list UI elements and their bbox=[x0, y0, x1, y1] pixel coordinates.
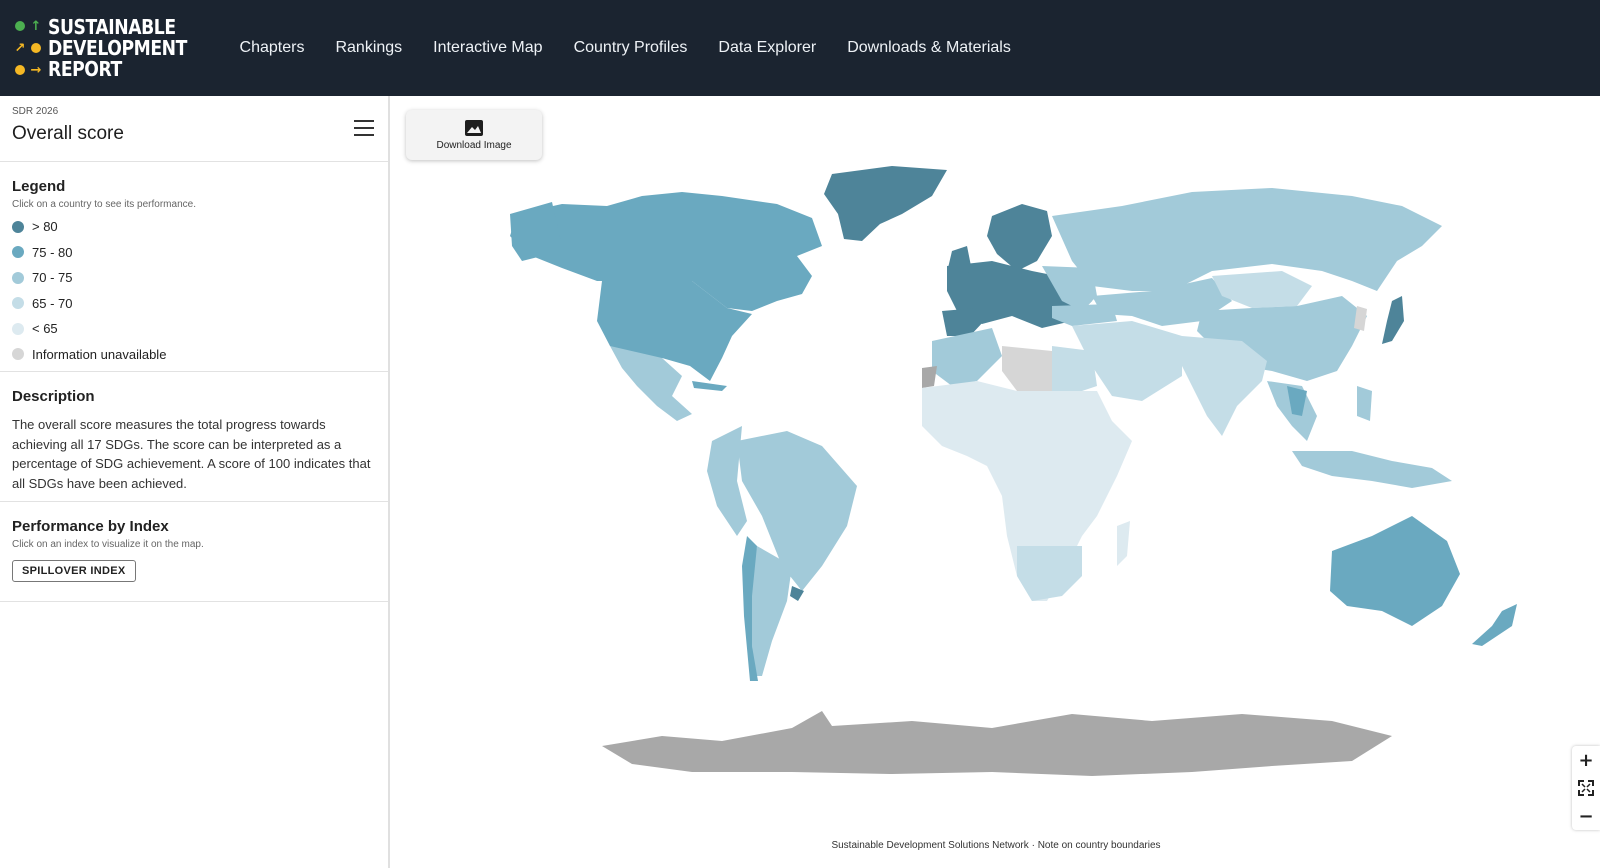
nav-chapters[interactable]: Chapters bbox=[240, 39, 305, 57]
logo-wordmark: SUSTAINABLE DEVELOPMENT REPORT bbox=[48, 14, 187, 81]
japan[interactable] bbox=[1382, 296, 1404, 344]
legend-item-above-80[interactable]: > 80 bbox=[12, 214, 376, 240]
legend-item-70-75[interactable]: 70 - 75 bbox=[12, 265, 376, 291]
description-section: Description The overall score measures t… bbox=[0, 372, 388, 502]
download-image-label: Download Image bbox=[436, 140, 512, 151]
nav-data-explorer[interactable]: Data Explorer bbox=[718, 39, 816, 57]
spillover-index-button[interactable]: SPILLOVER INDEX bbox=[12, 560, 136, 582]
logo-line-1: SUSTAINABLE bbox=[48, 14, 176, 39]
performance-hint: Click on an index to visualize it on the… bbox=[12, 539, 204, 550]
nav-downloads-materials[interactable]: Downloads & Materials bbox=[847, 39, 1011, 57]
legend-hint: Click on a country to see its performanc… bbox=[12, 199, 196, 210]
top-navigation-bar: ↑ ↗ → SUSTAINABLE DEVELOPMENT REPORT Cha… bbox=[0, 0, 1600, 96]
sdr-logo[interactable]: ↑ ↗ → SUSTAINABLE DEVELOPMENT REPORT bbox=[14, 15, 210, 81]
nav-country-profiles[interactable]: Country Profiles bbox=[574, 39, 688, 57]
argentina[interactable] bbox=[750, 546, 792, 676]
legend-label: Information unavailable bbox=[32, 346, 167, 362]
legend-list: > 80 75 - 80 70 - 75 65 - 70 < 65 Inform… bbox=[12, 214, 376, 367]
australia[interactable] bbox=[1330, 516, 1460, 626]
world-choropleth-map[interactable] bbox=[392, 96, 1600, 868]
legend-swatch bbox=[12, 220, 24, 233]
legend-item-below-65[interactable]: < 65 bbox=[12, 316, 376, 342]
credits-separator: · bbox=[1031, 840, 1035, 851]
report-edition: SDR 2026 bbox=[12, 106, 59, 117]
new-zealand[interactable] bbox=[1472, 604, 1517, 646]
legend-swatch bbox=[12, 322, 24, 335]
sidebar-panel: SDR 2026 Overall score Legend Click on a… bbox=[0, 96, 390, 868]
antarctica[interactable] bbox=[602, 711, 1392, 776]
western-sahara[interactable] bbox=[922, 366, 937, 388]
legend-label: > 80 bbox=[32, 219, 58, 235]
legend-swatch bbox=[12, 246, 24, 259]
description-heading: Description bbox=[12, 388, 95, 405]
philippines[interactable] bbox=[1357, 386, 1372, 421]
world-map-area[interactable]: Download Image + − Sustainable Developme… bbox=[392, 96, 1600, 868]
legend-label: 70 - 75 bbox=[32, 270, 73, 286]
performance-section: Performance by Index Click on an index t… bbox=[0, 502, 388, 602]
logo-arrows-icon: ↑ ↗ → bbox=[14, 18, 42, 78]
indonesia[interactable] bbox=[1292, 451, 1452, 488]
madagascar[interactable] bbox=[1117, 521, 1130, 566]
credits-sdsn-link[interactable]: Sustainable Development Solutions Networ… bbox=[831, 840, 1028, 851]
caribbean[interactable] bbox=[692, 381, 727, 391]
legend-heading: Legend bbox=[12, 178, 66, 195]
greenland[interactable] bbox=[824, 166, 947, 241]
legend-label: 65 - 70 bbox=[32, 295, 73, 311]
legend-swatch bbox=[12, 271, 24, 284]
logo-line-3: REPORT bbox=[48, 56, 122, 81]
performance-heading: Performance by Index bbox=[12, 518, 169, 535]
libya[interactable] bbox=[1002, 346, 1052, 391]
zoom-out-button[interactable]: − bbox=[1572, 802, 1600, 830]
south-asia[interactable] bbox=[1182, 336, 1267, 436]
nav-interactive-map[interactable]: Interactive Map bbox=[433, 39, 542, 57]
southern-africa[interactable] bbox=[1017, 546, 1082, 601]
download-image-button[interactable]: Download Image bbox=[406, 110, 542, 160]
legend-item-unavailable[interactable]: Information unavailable bbox=[12, 342, 376, 368]
indicator-header: SDR 2026 Overall score bbox=[0, 96, 388, 162]
hamburger-menu-icon[interactable] bbox=[354, 120, 374, 136]
legend-label: < 65 bbox=[32, 321, 58, 337]
map-credits: Sustainable Development Solutions Networ… bbox=[392, 840, 1600, 851]
legend-item-75-80[interactable]: 75 - 80 bbox=[12, 240, 376, 266]
zoom-controls: + − bbox=[1572, 746, 1600, 830]
nav-rankings[interactable]: Rankings bbox=[335, 39, 402, 57]
legend-section: Legend Click on a country to see its per… bbox=[0, 162, 388, 372]
fullscreen-icon[interactable] bbox=[1572, 774, 1600, 802]
indicator-title: Overall score bbox=[12, 123, 124, 144]
legend-item-65-70[interactable]: 65 - 70 bbox=[12, 291, 376, 317]
country-boundaries-note-link[interactable]: Note on country boundaries bbox=[1038, 840, 1161, 851]
scandinavia[interactable] bbox=[987, 204, 1052, 271]
egypt-region[interactable] bbox=[1052, 346, 1097, 391]
legend-swatch bbox=[12, 348, 24, 361]
legend-swatch bbox=[12, 297, 24, 310]
zoom-in-button[interactable]: + bbox=[1572, 746, 1600, 774]
legend-label: 75 - 80 bbox=[32, 244, 73, 260]
description-text: The overall score measures the total pro… bbox=[12, 417, 371, 491]
north-africa[interactable] bbox=[932, 328, 1002, 386]
logo-line-2: DEVELOPMENT bbox=[48, 35, 187, 60]
main-nav: Chapters Rankings Interactive Map Countr… bbox=[216, 39, 1011, 57]
image-icon bbox=[465, 120, 483, 136]
